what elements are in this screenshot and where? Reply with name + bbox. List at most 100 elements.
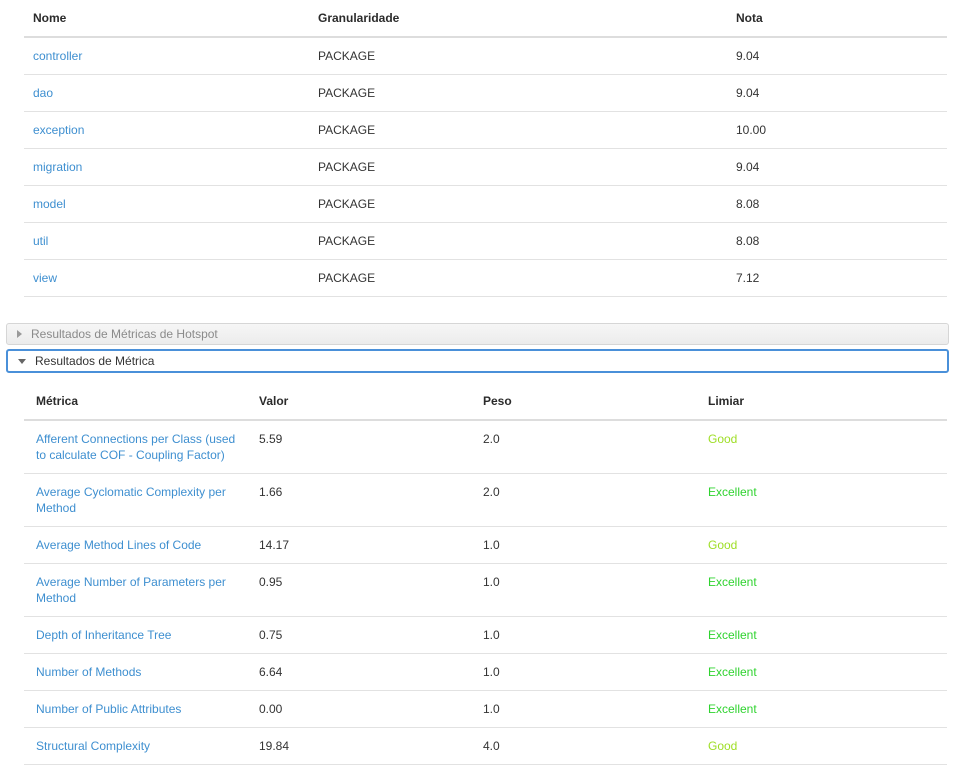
metric-value-cell: 19.84 [247,727,471,765]
table-row: exception PACKAGE 10.00 [24,111,947,149]
threshold-badge: Excellent [708,702,757,716]
accordion-header-metric-results[interactable]: Resultados de Métrica [6,349,949,373]
package-granularity-cell: PACKAGE [309,259,727,297]
package-score-cell: 8.08 [727,185,947,223]
metric-threshold-cell: Excellent [696,473,947,527]
package-link[interactable]: view [33,271,57,285]
column-header-metrica[interactable]: Métrica [24,383,247,421]
metric-weight-cell: 1.0 [471,690,696,728]
package-name-cell: model [24,185,309,223]
metric-results-table: Métrica Valor Peso Limiar Afferent Conne… [24,383,947,765]
metric-name-cell: Structural Complexity [24,727,247,765]
table-row: Average Cyclomatic Complexity per Method… [24,473,947,527]
metric-weight-cell: 1.0 [471,653,696,691]
caret-right-icon [17,330,22,338]
metric-weight-cell: 2.0 [471,420,696,474]
metric-value-cell: 1.66 [247,473,471,527]
package-name-cell: exception [24,111,309,149]
threshold-badge: Good [708,538,738,552]
threshold-badge: Good [708,739,738,753]
metrics-table-head: Métrica Valor Peso Limiar [24,383,947,421]
metric-link[interactable]: Average Number of Parameters per Method [36,575,226,605]
metric-weight-cell: 4.0 [471,727,696,765]
column-header-granularidade[interactable]: Granularidade [309,0,727,38]
packages-results-table: Nome Granularidade Nota controller PACKAG… [24,0,947,297]
table-row: migration PACKAGE 9.04 [24,148,947,186]
package-name-cell: view [24,259,309,297]
caret-down-icon [18,358,26,364]
metric-link[interactable]: Number of Methods [36,665,141,679]
metric-link[interactable]: Number of Public Attributes [36,702,181,716]
table-row: Structural Complexity 19.84 4.0 Good [24,727,947,765]
metric-threshold-cell: Excellent [696,616,947,654]
metric-value-cell: 0.75 [247,616,471,654]
package-granularity-cell: PACKAGE [309,185,727,223]
threshold-badge: Excellent [708,628,757,642]
table-row: Afferent Connections per Class (used to … [24,420,947,474]
metric-weight-cell: 1.0 [471,563,696,617]
table-row: controller PACKAGE 9.04 [24,37,947,75]
column-header-nota[interactable]: Nota [727,0,947,38]
metric-threshold-cell: Excellent [696,690,947,728]
metric-link[interactable]: Structural Complexity [36,739,150,753]
package-granularity-cell: PACKAGE [309,222,727,260]
package-score-cell: 9.04 [727,148,947,186]
package-link[interactable]: migration [33,160,82,174]
table-row: Average Number of Parameters per Method 0… [24,563,947,617]
package-name-cell: util [24,222,309,260]
package-link[interactable]: model [33,197,66,211]
package-score-cell: 9.04 [727,37,947,75]
package-link[interactable]: controller [33,49,82,63]
accordion-header-hotspot-metrics[interactable]: Resultados de Métricas de Hotspot [6,323,949,345]
package-name-cell: dao [24,74,309,112]
packages-table-head: Nome Granularidade Nota [24,0,947,38]
metric-link[interactable]: Depth of Inheritance Tree [36,628,171,642]
package-name-cell: migration [24,148,309,186]
accordion-label-metric-results: Resultados de Métrica [35,354,155,368]
table-row: dao PACKAGE 9.04 [24,74,947,112]
metric-link[interactable]: Average Cyclomatic Complexity per Method [36,485,226,515]
package-granularity-cell: PACKAGE [309,148,727,186]
package-link[interactable]: dao [33,86,53,100]
package-granularity-cell: PACKAGE [309,37,727,75]
packages-table-body: controller PACKAGE 9.04 dao PACKAGE 9.04 excep… [24,37,947,297]
metric-threshold-cell: Good [696,727,947,765]
table-row: view PACKAGE 7.12 [24,259,947,297]
metric-name-cell: Average Method Lines of Code [24,526,247,564]
metric-value-cell: 0.00 [247,690,471,728]
metric-value-cell: 14.17 [247,526,471,564]
package-score-cell: 7.12 [727,259,947,297]
table-row: Average Method Lines of Code 14.17 1.0 Good [24,526,947,564]
metric-threshold-cell: Excellent [696,563,947,617]
metrics-header-row: Métrica Valor Peso Limiar [24,383,947,421]
metric-name-cell: Depth of Inheritance Tree [24,616,247,654]
threshold-badge: Excellent [708,575,757,589]
metric-value-cell: 6.64 [247,653,471,691]
results-accordion-group: Resultados de Métricas de Hotspot Result… [6,323,949,373]
column-header-valor[interactable]: Valor [247,383,471,421]
package-score-cell: 8.08 [727,222,947,260]
metric-threshold-cell: Good [696,420,947,474]
table-row: Number of Public Attributes 0.00 1.0 Excell… [24,690,947,728]
metrics-table-body: Afferent Connections per Class (used to … [24,420,947,765]
metric-name-cell: Number of Methods [24,653,247,691]
column-header-peso[interactable]: Peso [471,383,696,421]
metrics-table-section: Métrica Valor Peso Limiar Afferent Conne… [0,373,955,765]
package-granularity-cell: PACKAGE [309,111,727,149]
package-link[interactable]: util [33,234,48,248]
threshold-badge: Good [708,432,738,446]
package-link[interactable]: exception [33,123,84,137]
accordion-label-hotspot-metrics: Resultados de Métricas de Hotspot [31,327,218,341]
metric-link[interactable]: Average Method Lines of Code [36,538,201,552]
column-header-nome[interactable]: Nome [24,0,309,38]
packages-table-section: Nome Granularidade Nota controller PACKAG… [0,0,955,297]
metric-value-cell: 0.95 [247,563,471,617]
metric-name-cell: Average Cyclomatic Complexity per Method [24,473,247,527]
metric-name-cell: Afferent Connections per Class (used to … [24,420,247,474]
metric-link[interactable]: Afferent Connections per Class (used to … [36,432,235,462]
package-score-cell: 10.00 [727,111,947,149]
column-header-limiar[interactable]: Limiar [696,383,947,421]
metric-name-cell: Average Number of Parameters per Method [24,563,247,617]
package-name-cell: controller [24,37,309,75]
metric-weight-cell: 1.0 [471,526,696,564]
